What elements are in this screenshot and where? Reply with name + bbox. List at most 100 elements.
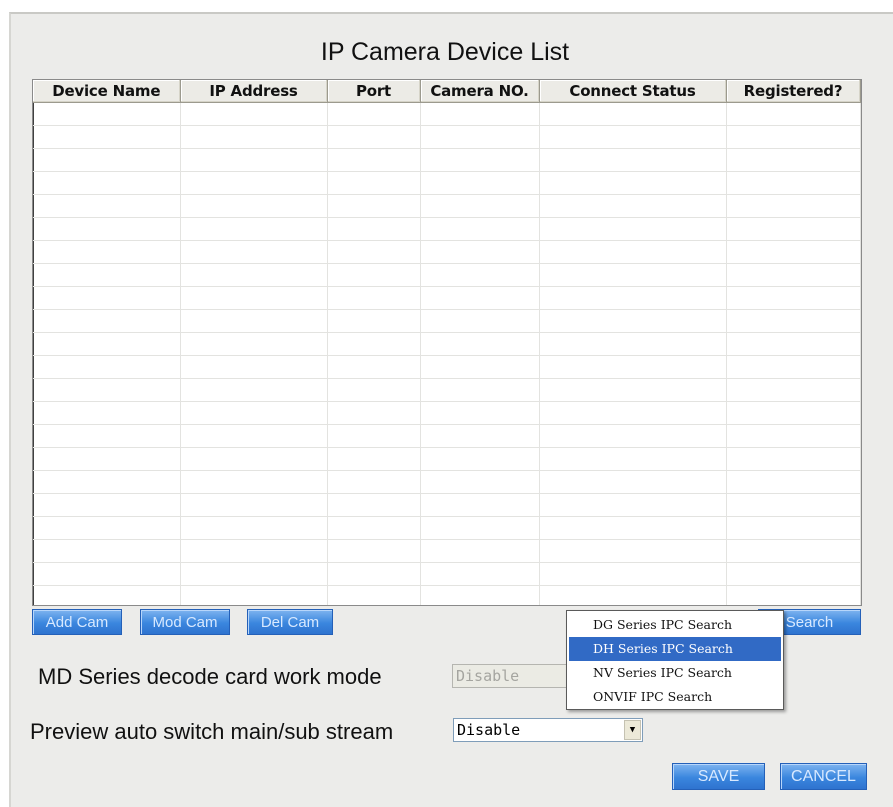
table-row[interactable]	[33, 539, 861, 563]
table-cell	[420, 401, 540, 425]
table-row[interactable]	[33, 585, 861, 605]
menu-item-dh-search[interactable]: DH Series IPC Search	[569, 637, 781, 661]
table-cell	[327, 332, 421, 356]
column-header-registered[interactable]: Registered?	[726, 80, 861, 103]
table-row[interactable]	[33, 309, 861, 333]
table-cell	[860, 585, 861, 605]
table-cell	[180, 470, 328, 494]
table-cell	[180, 217, 328, 241]
table-cell	[420, 217, 540, 241]
table-cell	[327, 493, 421, 517]
table-row[interactable]	[33, 355, 861, 379]
table-row[interactable]	[33, 217, 861, 241]
table-cell	[420, 470, 540, 494]
table-cell	[420, 171, 540, 195]
table-cell	[420, 263, 540, 287]
table-cell	[327, 401, 421, 425]
table-row[interactable]	[33, 401, 861, 425]
table-cell	[180, 493, 328, 517]
table-row[interactable]	[33, 562, 861, 586]
table-row[interactable]	[33, 424, 861, 448]
table-cell	[33, 470, 181, 494]
preview-switch-label: Preview auto switch main/sub stream	[30, 719, 394, 744]
del-cam-button[interactable]: Del Cam	[247, 609, 333, 635]
table-row[interactable]	[33, 194, 861, 218]
table-cell	[180, 355, 328, 379]
table-cell	[180, 378, 328, 402]
table-row[interactable]	[33, 493, 861, 517]
column-header-connect-status[interactable]: Connect Status	[539, 80, 727, 103]
table-cell	[180, 539, 328, 563]
table-cell	[420, 447, 540, 471]
table-row[interactable]	[33, 447, 861, 471]
mod-cam-button[interactable]: Mod Cam	[140, 609, 230, 635]
table-cell	[33, 240, 181, 264]
table-cell	[180, 585, 328, 605]
table-cell	[327, 240, 421, 264]
table-cell	[539, 309, 727, 333]
table-cell	[726, 378, 861, 402]
table-cell	[33, 263, 181, 287]
table-cell	[726, 585, 861, 605]
table-row[interactable]	[33, 378, 861, 402]
table-cell	[327, 171, 421, 195]
table-cell	[33, 309, 181, 333]
table-cell	[327, 378, 421, 402]
table-cell	[860, 263, 861, 287]
column-header-camera-no[interactable]: Camera NO.	[420, 80, 540, 103]
table-cell	[726, 516, 861, 540]
table-cell	[726, 332, 861, 356]
table-row[interactable]	[33, 102, 861, 126]
table-cell	[33, 125, 181, 149]
table-cell	[33, 447, 181, 471]
device-list-table[interactable]: Device Name IP Address Port Camera NO. C…	[32, 79, 862, 606]
table-row[interactable]	[33, 332, 861, 356]
chevron-down-icon[interactable]: ▼	[624, 720, 641, 740]
table-row[interactable]	[33, 240, 861, 264]
column-header-port[interactable]: Port	[327, 80, 421, 103]
table-cell	[180, 148, 328, 172]
table-cell	[726, 401, 861, 425]
table-cell	[726, 194, 861, 218]
table-cell	[180, 194, 328, 218]
table-cell	[726, 125, 861, 149]
table-cell	[180, 401, 328, 425]
column-header-device-name[interactable]: Device Name	[33, 80, 181, 103]
table-row[interactable]	[33, 171, 861, 195]
table-row[interactable]	[33, 470, 861, 494]
table-cell	[327, 125, 421, 149]
table-cell	[33, 562, 181, 586]
add-cam-button[interactable]: Add Cam	[32, 609, 122, 635]
menu-item-onvif-search[interactable]: ONVIF IPC Search	[567, 685, 783, 709]
table-cell	[539, 263, 727, 287]
table-cell	[539, 401, 727, 425]
column-header-ip-address[interactable]: IP Address	[180, 80, 328, 103]
table-cell	[327, 286, 421, 310]
table-cell	[180, 125, 328, 149]
table-row[interactable]	[33, 263, 861, 287]
table-row[interactable]	[33, 148, 861, 172]
table-cell	[726, 309, 861, 333]
table-cell	[33, 539, 181, 563]
table-cell	[327, 470, 421, 494]
table-row[interactable]	[33, 286, 861, 310]
table-cell	[726, 240, 861, 264]
table-row[interactable]	[33, 516, 861, 540]
cancel-button[interactable]: CANCEL	[780, 763, 867, 790]
table-cell	[33, 516, 181, 540]
table-cell	[327, 447, 421, 471]
column-header-filler	[860, 80, 861, 103]
table-cell	[33, 378, 181, 402]
table-cell	[860, 355, 861, 379]
save-button[interactable]: SAVE	[672, 763, 765, 790]
menu-item-dg-search[interactable]: DG Series IPC Search	[567, 613, 783, 637]
table-cell	[327, 516, 421, 540]
table-cell	[539, 148, 727, 172]
table-header-row: Device Name IP Address Port Camera NO. C…	[33, 80, 861, 103]
table-cell	[33, 493, 181, 517]
md-mode-label: MD Series decode card work mode	[38, 664, 382, 689]
preview-switch-select[interactable]: Disable ▼	[453, 718, 643, 742]
table-cell	[327, 562, 421, 586]
menu-item-nv-search[interactable]: NV Series IPC Search	[567, 661, 783, 685]
table-row[interactable]	[33, 125, 861, 149]
